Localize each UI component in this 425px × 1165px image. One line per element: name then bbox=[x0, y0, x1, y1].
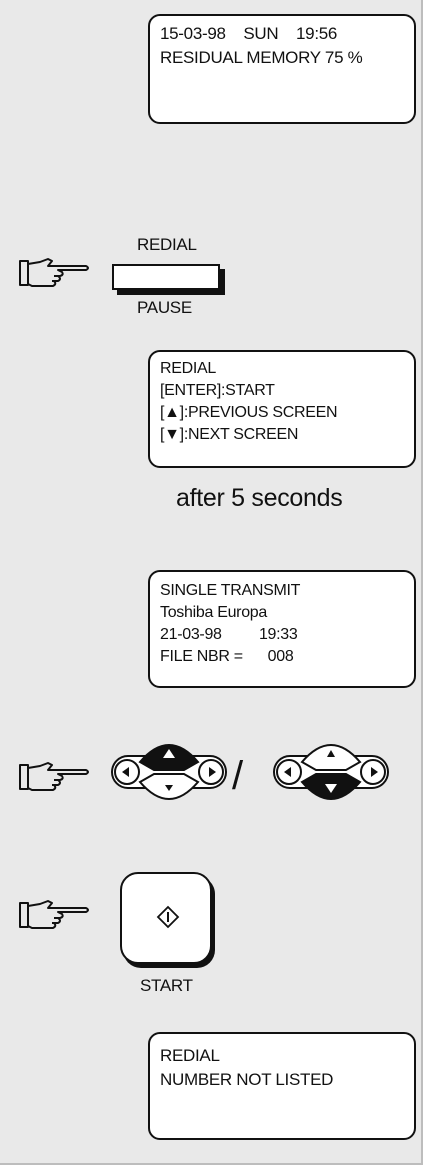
lcd-line: [▲]:PREVIOUS SCREEN bbox=[160, 404, 338, 421]
pointing-hand-icon bbox=[19, 762, 89, 791]
redial-key-label: REDIAL bbox=[137, 235, 197, 254]
pointing-hand-icon bbox=[19, 900, 89, 929]
delay-note: after 5 seconds bbox=[176, 484, 343, 512]
lcd-line: 21-03-98 19:33 bbox=[160, 626, 298, 643]
lcd-line: RESIDUAL MEMORY 75 % bbox=[160, 48, 363, 67]
instruction-panel: 15-03-98 SUN 19:56 RESIDUAL MEMORY 75 % … bbox=[0, 0, 423, 1165]
lcd-display-redial-menu: REDIAL [ENTER]:START [▲]:PREVIOUS SCREEN… bbox=[148, 350, 416, 468]
lcd-line: REDIAL bbox=[160, 1046, 220, 1065]
down-navigation-key-icon[interactable] bbox=[272, 736, 390, 806]
lcd-line: FILE NBR = 008 bbox=[160, 648, 294, 665]
lcd-display-transmit: SINGLE TRANSMIT Toshiba Europa 21-03-98 … bbox=[148, 570, 416, 688]
start-diamond-icon bbox=[156, 905, 180, 929]
lcd-line: NUMBER NOT LISTED bbox=[160, 1070, 334, 1089]
up-navigation-key-icon[interactable] bbox=[110, 736, 228, 806]
lcd-display-not-listed: REDIAL NUMBER NOT LISTED bbox=[148, 1032, 416, 1140]
redial-pause-key[interactable] bbox=[112, 264, 220, 290]
nav-separator: / bbox=[232, 754, 244, 798]
lcd-line: Toshiba Europa bbox=[160, 604, 267, 621]
lcd-line: [ENTER]:START bbox=[160, 382, 275, 399]
pointing-hand-icon bbox=[19, 258, 89, 287]
start-key-label: START bbox=[140, 976, 193, 995]
start-button[interactable] bbox=[120, 872, 212, 964]
lcd-line: [▼]:NEXT SCREEN bbox=[160, 426, 299, 443]
lcd-display-memory: 15-03-98 SUN 19:56 RESIDUAL MEMORY 75 % bbox=[148, 14, 416, 124]
pause-key-label: PAUSE bbox=[137, 298, 192, 317]
lcd-line: SINGLE TRANSMIT bbox=[160, 582, 301, 599]
lcd-line: 15-03-98 SUN 19:56 bbox=[160, 24, 338, 43]
lcd-line: REDIAL bbox=[160, 360, 216, 377]
